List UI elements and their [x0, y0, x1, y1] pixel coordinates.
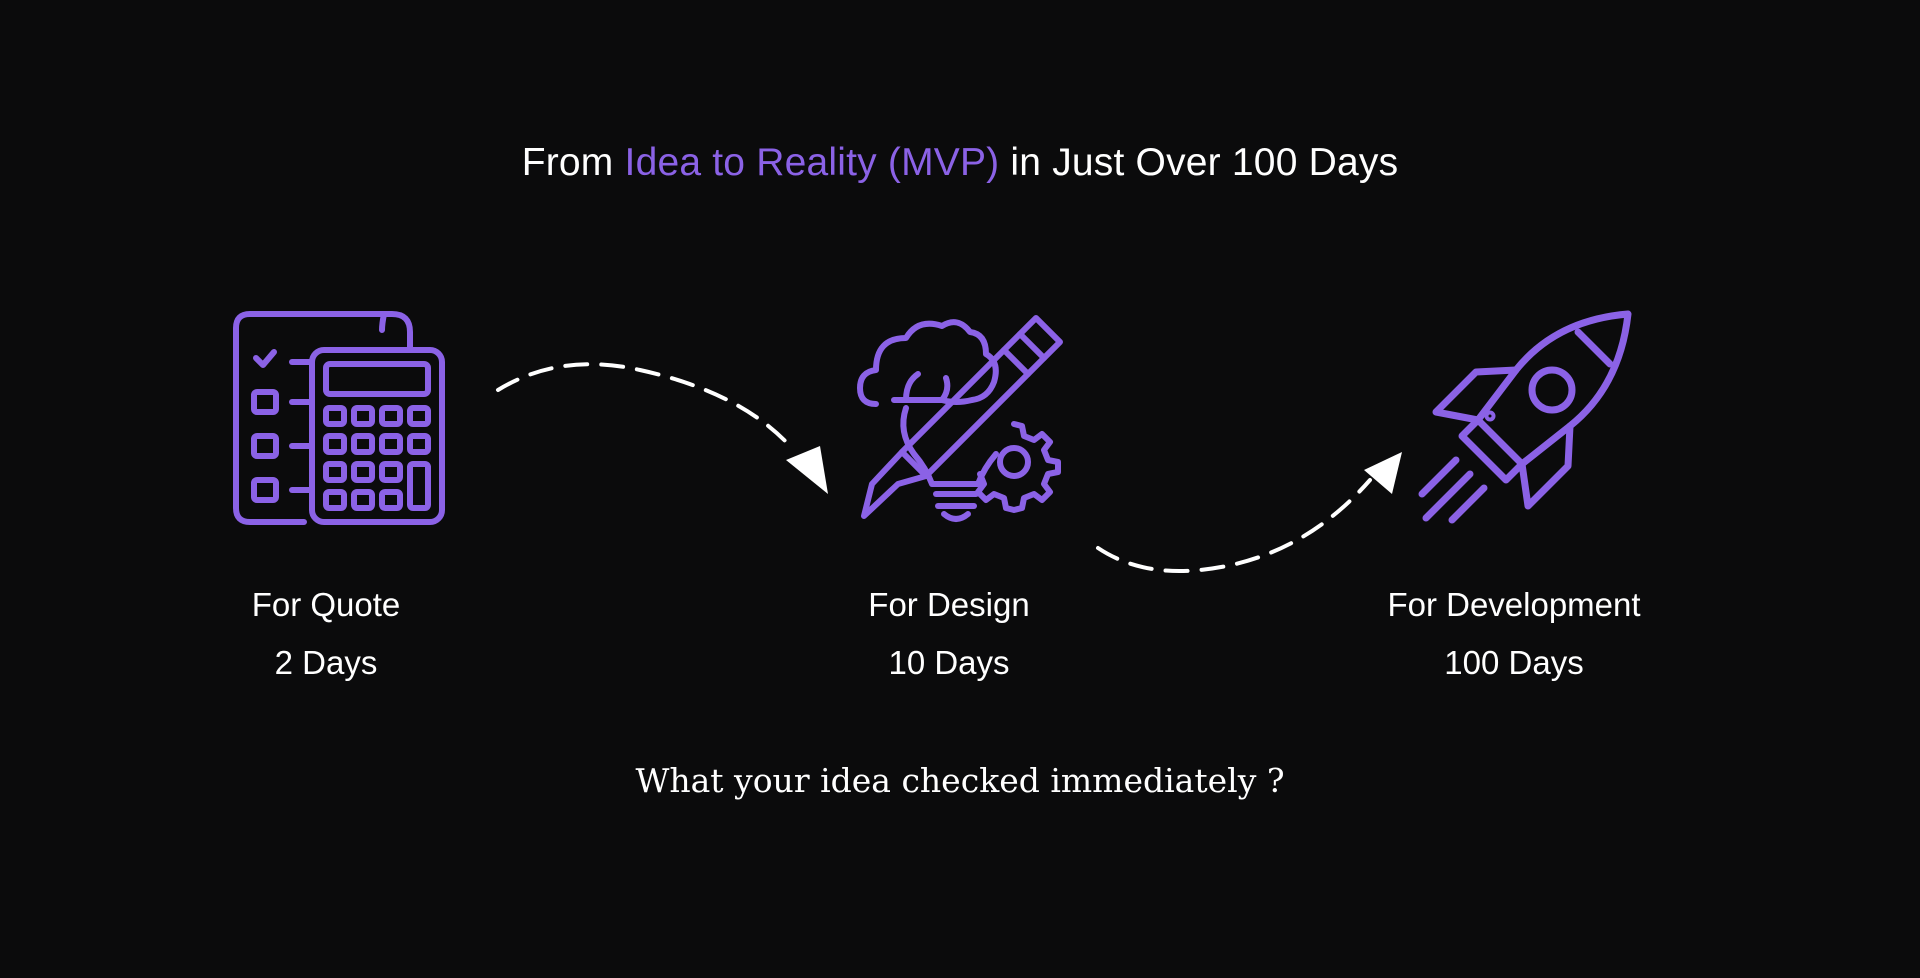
step-development-duration: 100 Days	[1444, 644, 1584, 681]
step-quote-title: For Quote	[251, 586, 401, 623]
step-design-duration: 10 Days	[888, 644, 1010, 681]
step-development-title: For Development	[1387, 586, 1641, 623]
headline-prefix: From	[521, 141, 625, 184]
footer-tagline: What your idea checked immediately ?	[635, 761, 1285, 800]
headline-highlight: Idea to Reality (MVP)	[624, 141, 1000, 184]
step-design: For Design 10 Days	[838, 576, 1060, 692]
idea-bulb-pencil-gear-icon	[854, 312, 1066, 524]
headline-suffix: in Just Over 100 Days	[999, 141, 1399, 184]
step-development: For Development 100 Days	[1364, 576, 1664, 692]
calculator-checklist-icon	[232, 310, 446, 526]
page-headline: From Idea to Reality (MVP) in Just Over …	[0, 138, 1920, 188]
step-quote: For Quote 2 Days	[226, 576, 426, 692]
step-quote-duration: 2 Days	[274, 644, 378, 681]
rocket-icon	[1416, 310, 1632, 524]
step-design-title: For Design	[868, 586, 1030, 623]
